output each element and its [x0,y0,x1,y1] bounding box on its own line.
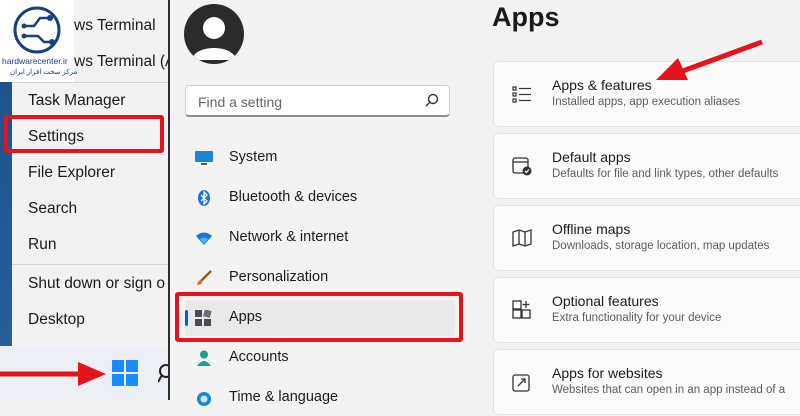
menu-item-task-manager[interactable]: Task Manager [28,92,125,110]
menu-item-file-explorer[interactable]: File Explorer [28,164,115,182]
card-title: Apps for websites [552,365,663,381]
nav-label: Network & internet [229,229,349,245]
globe-clock-icon [197,392,211,406]
circuit-logo-icon [13,6,61,54]
card-subtitle: Installed apps, app execution aliases [552,96,740,108]
search-input[interactable] [196,91,420,113]
card-optional-features[interactable]: Optional features Extra functionality fo… [493,277,800,343]
page-title: Apps [492,2,560,32]
nav-label: Time & language [229,389,339,405]
menu-item-shut-down[interactable]: Shut down or sign o [28,275,165,293]
card-title: Optional features [552,293,659,309]
menu-divider [12,82,168,83]
windows-start-icon[interactable] [112,360,138,386]
card-title: Apps & features [552,77,652,93]
menu-item-run[interactable]: Run [28,236,56,254]
wifi-icon [196,232,212,245]
default-app-icon [512,157,532,176]
card-default-apps[interactable]: Default apps Defaults for file and link … [493,133,800,199]
card-subtitle: Defaults for file and link types, other … [552,168,779,180]
nav-label: Bluetooth & devices [229,189,358,205]
card-subtitle: Websites that can open in an app instead… [552,384,786,396]
nav-label: System [229,149,278,165]
avatar[interactable] [184,4,244,64]
nav-item-time-language[interactable]: Time & language [185,380,455,416]
card-subtitle: Downloads, storage location, map updates [552,240,770,252]
monitor-icon [195,151,213,165]
settings-window: System Bluetooth & devices Network & int… [168,0,800,415]
red-arrow-to-apps-features-icon [656,39,763,80]
nav-item-system[interactable]: System [185,140,455,176]
menu-divider [12,264,168,265]
menu-item-desktop[interactable]: Desktop [28,311,85,329]
red-arrow-to-start-icon [0,362,106,386]
nav-item-personalization[interactable]: Personalization [185,260,455,296]
search-settings-box[interactable] [185,85,450,117]
settings-highlight-box [4,115,164,153]
nav-label: Personalization [229,269,329,285]
nav-item-bluetooth[interactable]: Bluetooth & devices [185,180,455,216]
brush-icon [197,270,212,285]
menu-item-windows-terminal[interactable]: ws Terminal [74,17,156,35]
nav-item-accounts[interactable]: Accounts [185,340,455,376]
watermark-tagline: مرکز سخت افزار ایران [10,69,78,76]
map-icon [512,229,532,247]
open-external-icon [512,374,530,392]
card-offline-maps[interactable]: Offline maps Downloads, storage location… [493,205,800,271]
nav-label: Accounts [229,349,289,365]
grid-plus-icon [512,300,531,319]
apps-highlight-box [175,292,463,342]
person-icon [197,350,211,366]
watermark-logo: hardwarecenter.ir مرکز سخت افزار ایران [0,0,78,82]
menu-item-search[interactable]: Search [28,200,77,218]
search-taskbar-icon[interactable] [158,364,168,384]
card-apps-for-websites[interactable]: Apps for websites Websites that can open… [493,349,800,415]
bluetooth-icon [198,190,210,206]
search-icon[interactable] [425,93,439,107]
start-context-menu-region: ws Terminal ws Terminal (A Task Manager … [0,0,168,400]
card-subtitle: Extra functionality for your device [552,312,722,324]
watermark-site: hardwarecenter.ir [2,56,68,66]
user-avatar-icon [192,17,236,60]
nav-item-network[interactable]: Network & internet [185,220,455,256]
list-icon [512,86,531,103]
card-title: Offline maps [552,221,631,237]
menu-item-windows-terminal-admin[interactable]: ws Terminal (A [74,53,168,71]
card-title: Default apps [552,149,631,165]
